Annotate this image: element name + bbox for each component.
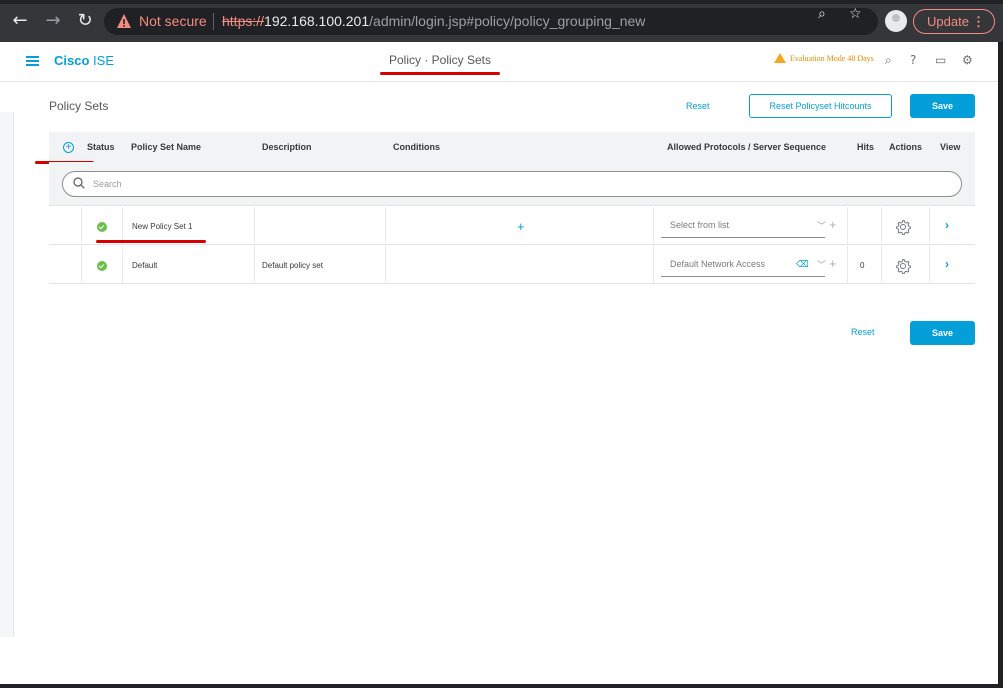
status-enabled-icon[interactable]: [97, 261, 107, 271]
omnibox-divider: [213, 13, 214, 30]
view-chevron-icon[interactable]: ›: [945, 218, 949, 232]
chevron-down-icon[interactable]: ﹀: [817, 219, 826, 232]
forward-icon[interactable]: →: [42, 10, 64, 32]
search-icon: [73, 177, 85, 189]
window-edge: [998, 42, 1003, 684]
policy-set-description[interactable]: Default policy set: [262, 261, 323, 270]
profile-avatar[interactable]: [885, 10, 907, 32]
browser-toolbar: ← → ↻ Not secure https://192.168.100.201…: [0, 0, 1003, 42]
chevron-down-icon[interactable]: ﹀: [817, 258, 826, 271]
reset-button[interactable]: Reset: [686, 101, 710, 111]
security-status[interactable]: Not secure: [139, 13, 207, 29]
ise-app: Cisco ISE Policy · Policy Sets Evaluatio…: [0, 42, 998, 684]
url-text[interactable]: https://192.168.100.201/admin/login.jsp#…: [222, 13, 645, 29]
column-status[interactable]: Status: [87, 142, 115, 152]
protocol-select[interactable]: Default Network Access ⌫ ﹀: [661, 255, 826, 277]
protocol-select[interactable]: Select from list ﹀: [661, 216, 826, 238]
update-button[interactable]: Update ⋮: [913, 9, 995, 34]
warning-icon: [774, 53, 786, 63]
reload-icon[interactable]: ↻: [74, 10, 96, 32]
reset-hitcounts-button[interactable]: Reset Policyset Hitcounts: [749, 94, 892, 118]
window-edge: [0, 684, 1003, 688]
policy-set-name[interactable]: Default: [132, 261, 157, 270]
warning-icon: [117, 14, 131, 28]
view-chevron-icon[interactable]: ›: [945, 257, 949, 271]
back-icon[interactable]: ←: [9, 10, 31, 32]
column-conditions[interactable]: Conditions: [393, 142, 440, 152]
gear-icon[interactable]: [894, 257, 912, 275]
save-button[interactable]: Save: [910, 94, 975, 118]
notifications-icon[interactable]: ▭: [935, 53, 946, 67]
search-field[interactable]: [62, 171, 962, 197]
settings-gear-icon[interactable]: ⚙: [962, 53, 973, 67]
add-protocol-icon[interactable]: +: [829, 256, 837, 271]
left-rail: [0, 112, 14, 637]
bookmark-star-icon[interactable]: ☆: [849, 6, 862, 22]
table-row[interactable]: New Policy Set 1 + Select from list ﹀ + …: [49, 207, 975, 245]
help-icon[interactable]: ?: [910, 53, 916, 67]
column-actions[interactable]: Actions: [889, 142, 922, 152]
protocol-select-value: Default Network Access: [670, 259, 766, 269]
page-title: Policy · Policy Sets: [388, 53, 492, 67]
hits-count: 0: [860, 261, 865, 270]
annotation-underline: [380, 72, 500, 75]
gear-icon[interactable]: [894, 218, 912, 236]
search-icon[interactable]: ⌕: [885, 53, 892, 68]
table-header: + Status Policy Set Name Description Con…: [35, 132, 975, 164]
policy-set-name[interactable]: New Policy Set 1: [132, 222, 192, 231]
column-name[interactable]: Policy Set Name: [131, 142, 201, 152]
evaluation-notice[interactable]: Evaluation Mode 48 Days: [774, 53, 874, 63]
app-header: Cisco ISE Policy · Policy Sets Evaluatio…: [0, 42, 998, 82]
annotation-underline: [96, 240, 206, 243]
column-hits[interactable]: Hits: [857, 142, 874, 152]
search-row: [49, 162, 975, 206]
search-input[interactable]: [93, 177, 913, 191]
browser-menu-icon[interactable]: ⋮: [972, 10, 985, 33]
add-policy-set-icon[interactable]: +: [63, 142, 74, 153]
zoom-icon[interactable]: ⌕: [818, 6, 826, 22]
column-description[interactable]: Description: [262, 142, 312, 152]
table-row[interactable]: Default Default policy set Default Netwo…: [49, 246, 975, 284]
footer-save-button[interactable]: Save: [910, 321, 975, 345]
protocol-select-value: Select from list: [670, 220, 730, 230]
status-enabled-icon[interactable]: [97, 222, 107, 232]
column-view[interactable]: View: [940, 142, 960, 152]
column-protocols[interactable]: Allowed Protocols / Server Sequence: [667, 142, 826, 152]
tab-strip: [0, 0, 1003, 4]
add-condition-icon[interactable]: +: [517, 219, 525, 234]
section-title: Policy Sets: [49, 99, 109, 113]
clear-icon[interactable]: ⌫: [796, 259, 809, 270]
footer-reset-button[interactable]: Reset: [851, 327, 875, 337]
add-protocol-icon[interactable]: +: [829, 217, 837, 232]
address-bar[interactable]: Not secure https://192.168.100.201/admin…: [104, 8, 878, 35]
